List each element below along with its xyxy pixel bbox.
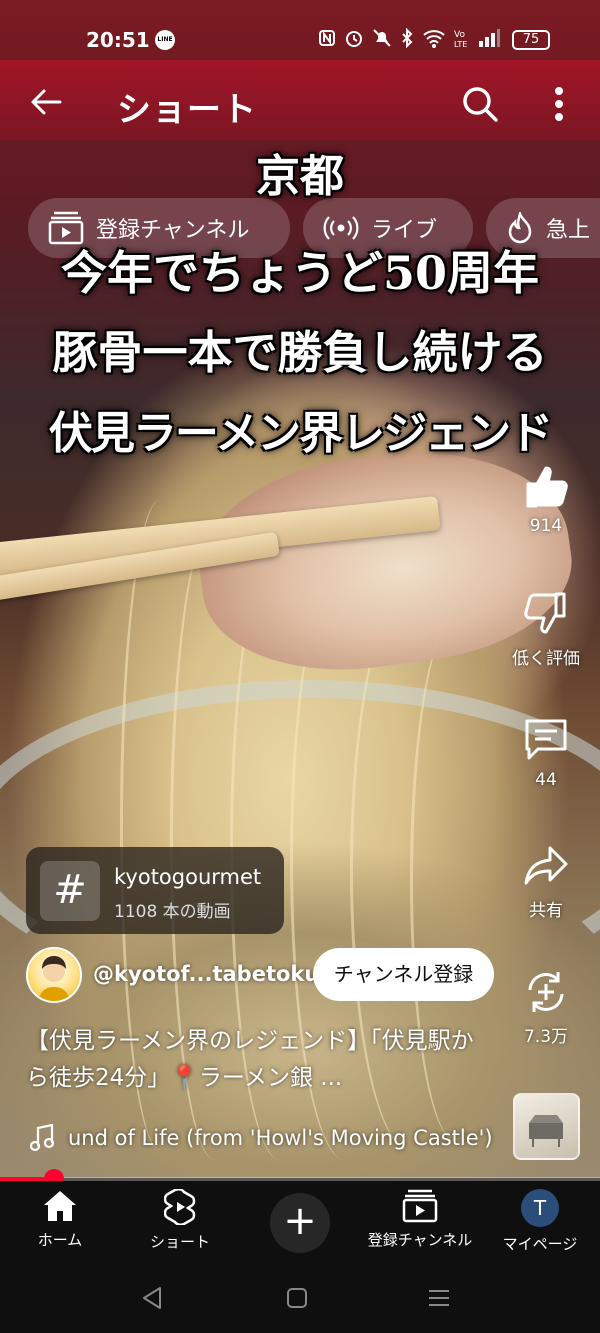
nav-subscriptions[interactable]: 登録チャンネル <box>360 1189 480 1250</box>
profile-avatar: T <box>521 1189 559 1227</box>
search-icon[interactable] <box>460 84 500 124</box>
volte-icon: VoLTE <box>454 30 467 48</box>
nav-shorts-label: ショート <box>149 1233 210 1251</box>
music-row[interactable]: und of Life (from 'Howl's Moving Castle'… <box>30 1124 493 1152</box>
nfc-icon <box>319 30 335 46</box>
dislike-label: 低く評価 <box>512 649 580 669</box>
nav-home-label: ホーム <box>37 1231 83 1249</box>
alarm-icon <box>346 31 362 47</box>
dislike-button[interactable]: 低く評価 <box>506 590 586 669</box>
remix-button[interactable]: 7.3万 <box>506 968 586 1047</box>
music-album-thumbnail[interactable] <box>513 1093 580 1160</box>
battery-indicator: 75 <box>512 30 550 50</box>
hashtag-icon: # <box>40 861 100 921</box>
share-label: 共有 <box>529 901 563 921</box>
hashtag-video-count: 1108 本の動画 <box>114 902 231 922</box>
comment-count: 44 <box>535 770 557 790</box>
hashtag-name: kyotogourmet <box>114 865 262 889</box>
video-caption-line: 今年でちょうど50周年 <box>60 246 539 300</box>
share-icon <box>524 846 568 885</box>
subscriptions-nav-icon <box>402 1189 438 1223</box>
channel-avatar[interactable] <box>26 947 82 1003</box>
svg-text:Vo: Vo <box>454 30 465 40</box>
page-title: ショート <box>117 90 257 130</box>
video-caption-line: 伏見ラーメン界レジェンド <box>48 408 553 459</box>
system-recents-icon[interactable] <box>424 1283 454 1313</box>
avatar-illustration-icon <box>38 956 70 1001</box>
system-nav-bar <box>0 1263 600 1333</box>
mute-icon <box>373 29 391 47</box>
nav-home[interactable]: ホーム <box>0 1189 120 1250</box>
like-button[interactable]: 914 <box>506 462 586 536</box>
subscribe-button[interactable]: チャンネル登録 <box>313 948 494 1001</box>
bottom-nav: ホーム ショート + 登録チャンネル T マイページ <box>0 1181 600 1263</box>
back-arrow-icon[interactable] <box>26 82 66 122</box>
wifi-icon <box>423 30 445 48</box>
nav-profile[interactable]: T マイページ <box>480 1189 600 1254</box>
nav-shorts[interactable]: ショート <box>120 1189 240 1252</box>
bluetooth-icon <box>402 28 413 48</box>
thumbs-down-icon <box>524 592 566 634</box>
thumbs-up-icon <box>526 466 568 508</box>
comment-icon <box>525 719 567 760</box>
more-vert-icon[interactable] <box>544 84 574 124</box>
app-header: ショート <box>0 60 600 140</box>
piano-icon <box>529 1115 563 1147</box>
line-notification-icon: LINE <box>155 30 175 50</box>
shorts-icon <box>164 1189 196 1225</box>
status-time: 20:51 <box>86 28 150 52</box>
system-back-icon[interactable] <box>138 1283 168 1313</box>
remix-icon <box>528 972 564 1012</box>
music-title: und of Life (from 'Howl's Moving Castle'… <box>68 1126 493 1150</box>
remix-count: 7.3万 <box>523 1027 569 1047</box>
video-caption-line: 豚骨一本で勝負し続ける <box>52 326 548 379</box>
create-button[interactable]: + <box>270 1193 330 1253</box>
home-icon <box>44 1191 76 1221</box>
video-caption-line: 京都 <box>256 151 344 202</box>
video-description[interactable]: 【伏見ラーメン界のレジェンド】「伏見駅から徒歩24分」📍ラーメン銀 ... <box>26 1023 496 1097</box>
channel-handle[interactable]: @kyotof...tabetoku <box>93 962 319 986</box>
music-note-icon <box>30 1124 54 1152</box>
nav-subscriptions-label: 登録チャンネル <box>367 1231 473 1249</box>
nav-profile-label: マイページ <box>502 1235 578 1253</box>
like-count: 914 <box>529 516 563 536</box>
signal-icon <box>479 29 500 47</box>
svg-text:LTE: LTE <box>454 40 467 48</box>
comments-button[interactable]: 44 <box>506 716 586 790</box>
status-icons: Vo LTE <box>318 28 500 48</box>
hashtag-card[interactable]: # kyotogourmet 1108 本の動画 <box>26 847 284 934</box>
system-home-icon[interactable] <box>282 1283 312 1313</box>
share-button[interactable]: 共有 <box>506 842 586 921</box>
